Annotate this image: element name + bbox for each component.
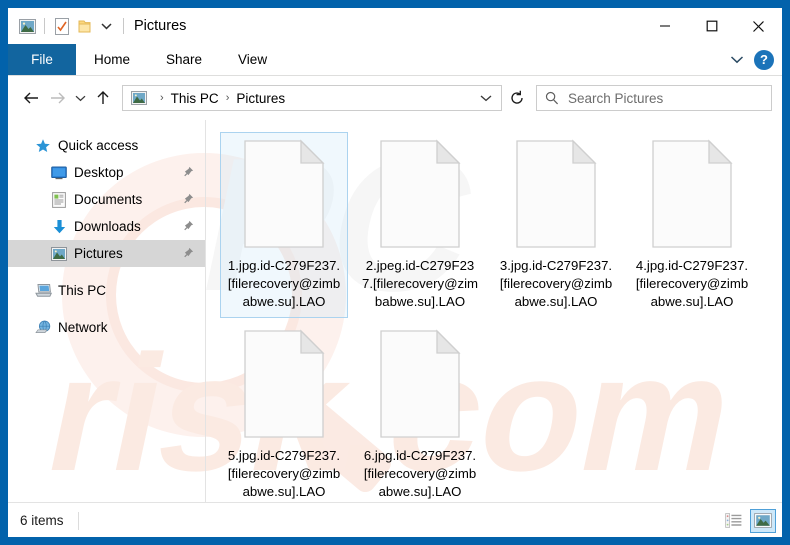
help-button[interactable]: ? bbox=[754, 49, 774, 70]
explorer-window: Pictures File Home Share View ? › This P… bbox=[0, 0, 790, 545]
back-button[interactable] bbox=[18, 85, 44, 111]
pin-icon[interactable] bbox=[181, 166, 195, 179]
toolbar-separator-2 bbox=[123, 18, 124, 34]
blank-file-icon bbox=[649, 139, 735, 249]
sidebar-gap-1 bbox=[8, 267, 205, 277]
file-item[interactable]: 6.jpg.id-C279F237.[filerecovery@zimbabwe… bbox=[356, 322, 484, 508]
refresh-button[interactable] bbox=[504, 85, 530, 111]
blank-file-icon bbox=[241, 139, 327, 249]
item-count-label: 6 items bbox=[20, 513, 64, 528]
file-list-view[interactable]: 1.jpg.id-C279F237.[filerecovery@zimbabwe… bbox=[206, 120, 782, 502]
tab-share-label: Share bbox=[166, 52, 203, 67]
pictures-folder-icon[interactable] bbox=[16, 15, 38, 37]
star-icon bbox=[34, 137, 52, 155]
maximize-button[interactable] bbox=[688, 8, 735, 44]
expand-ribbon-chevron-icon[interactable] bbox=[730, 55, 744, 64]
properties-icon[interactable] bbox=[51, 15, 73, 37]
tab-share[interactable]: Share bbox=[148, 44, 220, 75]
this-pc-icon bbox=[34, 282, 52, 300]
navigation-pane: Quick access Desktop Documents Downloads… bbox=[8, 120, 206, 502]
breadcrumb-pictures-icon bbox=[131, 91, 147, 105]
network-icon bbox=[34, 319, 52, 337]
blank-file-icon bbox=[513, 139, 599, 249]
sidebar-gap-2 bbox=[8, 304, 205, 314]
breadcrumb-item-this-pc[interactable]: This PC bbox=[171, 91, 219, 106]
sidebar-item-label: Quick access bbox=[58, 138, 139, 153]
tab-home-label: Home bbox=[94, 52, 131, 67]
documents-icon bbox=[50, 191, 68, 209]
file-name-label: 5.jpg.id-C279F237.[filerecovery@zimbabwe… bbox=[227, 448, 341, 499]
sidebar-item-label: Downloads bbox=[74, 219, 141, 234]
sidebar-item-quick-access[interactable]: Quick access bbox=[8, 132, 205, 159]
window-title: Pictures bbox=[134, 18, 187, 34]
breadcrumb-dropdown-chevron-icon[interactable] bbox=[475, 94, 497, 102]
address-bar-row: › This PC › Pictures Search Pictures bbox=[8, 76, 782, 120]
customize-qat-chevron-icon[interactable] bbox=[95, 15, 117, 37]
sidebar-item-documents[interactable]: Documents bbox=[8, 186, 205, 213]
details-view-button[interactable] bbox=[720, 509, 746, 533]
file-name-label: 4.jpg.id-C279F237.[filerecovery@zimbabwe… bbox=[635, 258, 749, 309]
sidebar-item-downloads[interactable]: Downloads bbox=[8, 213, 205, 240]
search-input[interactable]: Search Pictures bbox=[536, 85, 772, 111]
blank-file-icon bbox=[377, 329, 463, 439]
minimize-button[interactable] bbox=[641, 8, 688, 44]
window-client-area: Pictures File Home Share View ? › This P… bbox=[8, 8, 782, 537]
sidebar-item-desktop[interactable]: Desktop bbox=[8, 159, 205, 186]
sidebar-item-this-pc[interactable]: This PC bbox=[8, 277, 205, 304]
title-bar: Pictures bbox=[8, 8, 782, 44]
sidebar-item-pictures[interactable]: Pictures bbox=[8, 240, 205, 267]
new-folder-icon[interactable] bbox=[73, 15, 95, 37]
file-item[interactable]: 4.jpg.id-C279F237.[filerecovery@zimbabwe… bbox=[628, 132, 756, 318]
breadcrumb-bar[interactable]: › This PC › Pictures bbox=[122, 85, 502, 111]
help-button-label: ? bbox=[760, 52, 768, 67]
breadcrumb-separator-2: › bbox=[225, 92, 230, 104]
explorer-body: risk.com PC Quick access bbox=[8, 118, 782, 506]
search-placeholder-text: Search Pictures bbox=[568, 90, 664, 106]
breadcrumb-separator-1: › bbox=[160, 92, 164, 104]
view-mode-buttons bbox=[720, 508, 776, 533]
window-controls bbox=[641, 8, 782, 44]
sidebar-item-label: Documents bbox=[74, 192, 143, 207]
file-item[interactable]: 2.jpeg.id-C279F237.[filerecovery@zimbabw… bbox=[356, 132, 484, 318]
file-item[interactable]: 1.jpg.id-C279F237.[filerecovery@zimbabwe… bbox=[220, 132, 348, 318]
tab-file[interactable]: File bbox=[8, 44, 76, 75]
ribbon-tab-bar: File Home Share View ? bbox=[8, 44, 782, 76]
up-button[interactable] bbox=[90, 85, 116, 111]
search-icon bbox=[545, 91, 559, 105]
sidebar-item-label: Network bbox=[58, 320, 108, 335]
tab-home[interactable]: Home bbox=[76, 44, 148, 75]
file-name-label: 2.jpeg.id-C279F237.[filerecovery@zimbabw… bbox=[362, 258, 478, 309]
pin-icon[interactable] bbox=[181, 220, 195, 233]
downloads-icon bbox=[50, 218, 68, 236]
desktop-icon bbox=[50, 164, 68, 182]
close-button[interactable] bbox=[735, 8, 782, 44]
toolbar-separator-1 bbox=[44, 18, 45, 34]
blank-file-icon bbox=[377, 139, 463, 249]
sidebar-item-network[interactable]: Network bbox=[8, 314, 205, 341]
pin-icon[interactable] bbox=[181, 247, 195, 260]
pin-icon[interactable] bbox=[181, 193, 195, 206]
breadcrumb-item-pictures[interactable]: Pictures bbox=[236, 91, 285, 106]
file-name-label: 3.jpg.id-C279F237.[filerecovery@zimbabwe… bbox=[499, 258, 613, 309]
sidebar-item-label: Desktop bbox=[74, 165, 124, 180]
tab-view[interactable]: View bbox=[220, 44, 285, 75]
file-item[interactable]: 5.jpg.id-C279F237.[filerecovery@zimbabwe… bbox=[220, 322, 348, 508]
forward-button[interactable] bbox=[44, 85, 70, 111]
sidebar-item-label: This PC bbox=[58, 283, 107, 298]
file-item[interactable]: 3.jpg.id-C279F237.[filerecovery@zimbabwe… bbox=[492, 132, 620, 318]
ribbon-right-controls: ? bbox=[730, 44, 782, 75]
file-name-label: 1.jpg.id-C279F237.[filerecovery@zimbabwe… bbox=[227, 258, 341, 309]
sidebar-item-label: Pictures bbox=[74, 246, 123, 261]
pictures-icon bbox=[50, 245, 68, 263]
tab-file-label: File bbox=[31, 52, 53, 67]
large-icons-view-button[interactable] bbox=[750, 508, 776, 533]
status-divider bbox=[77, 511, 79, 530]
tab-view-label: View bbox=[238, 52, 268, 67]
recent-locations-chevron-icon[interactable] bbox=[70, 85, 90, 111]
file-name-label: 6.jpg.id-C279F237.[filerecovery@zimbabwe… bbox=[363, 448, 477, 499]
blank-file-icon bbox=[241, 329, 327, 439]
